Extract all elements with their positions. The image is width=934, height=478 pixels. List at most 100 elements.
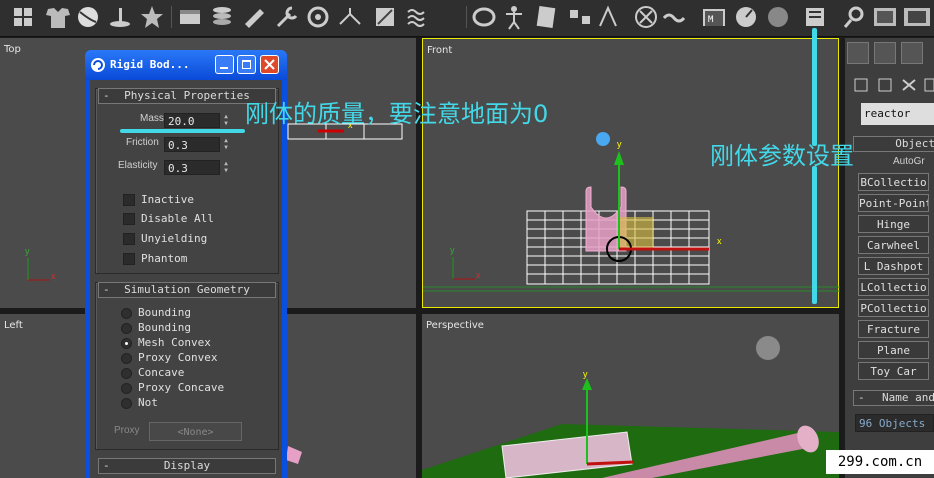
layers-icon[interactable] [213, 7, 231, 25]
rollout-minus: - [103, 459, 110, 472]
watermark: 299.com.cn [826, 450, 934, 474]
viewport-front[interactable]: Front y x y x [422, 38, 840, 308]
friction-label: Friction [126, 137, 159, 148]
elasticity-spinner[interactable]: ▲ ▼ [221, 160, 231, 175]
minimize-icon [220, 67, 228, 69]
magnify-icon[interactable] [843, 6, 864, 28]
globe-icon[interactable] [768, 7, 788, 27]
radio-label: Proxy Convex [138, 351, 218, 364]
color-icon[interactable] [376, 8, 394, 26]
inactive-checkbox[interactable] [123, 194, 135, 206]
point-point-button[interactable]: Point-Point [858, 194, 929, 212]
param-annotation: 刚体参数设置 [710, 142, 854, 170]
fracture-button[interactable]: Fracture [858, 320, 929, 338]
toy-car-button[interactable]: Toy Car [858, 362, 929, 380]
elasticity-field[interactable]: 0.3 [164, 160, 220, 175]
hinge-button[interactable]: Hinge [858, 215, 929, 233]
radio-proxy-convex[interactable] [121, 353, 132, 364]
shirt-icon[interactable] [46, 8, 70, 28]
pointer-line-lower [812, 166, 817, 304]
radio-bounding-box[interactable] [121, 308, 132, 319]
link-icon[interactable] [570, 10, 590, 24]
display-label: Display [163, 459, 211, 472]
film-icon[interactable] [904, 8, 930, 26]
close-button[interactable] [260, 55, 279, 74]
object-type-header[interactable]: Object [853, 136, 934, 152]
proxy-none-button[interactable]: <None> [149, 422, 242, 441]
meter-icon[interactable] [736, 7, 756, 27]
radio-not[interactable] [121, 398, 132, 409]
rb-collection-button[interactable]: BCollectio [858, 173, 929, 191]
linear-dashpot-button[interactable]: L Dashpot [858, 257, 929, 275]
object-name-field[interactable]: 96 Objects [855, 414, 934, 432]
elasticity-label: Elasticity [118, 160, 158, 171]
p-collection-button[interactable]: PCollectio [858, 299, 929, 317]
radio-label: Bounding [138, 321, 191, 334]
sphere-icon[interactable] [78, 7, 98, 27]
dialog-title: Rigid Bod... [110, 58, 190, 71]
create-tab[interactable] [847, 42, 869, 64]
radio-label: Concave [138, 366, 185, 379]
mass-highlight-line [120, 129, 245, 133]
mass-annotation: 刚体的质量，要注意地面为0 [245, 100, 549, 128]
friction-spinner[interactable]: ▲ ▼ [221, 137, 231, 152]
properties-icon[interactable] [806, 8, 824, 26]
minimize-button[interactable] [215, 55, 234, 74]
viewport-perspective[interactable]: Perspective y [422, 314, 839, 478]
pencil-icon[interactable] [245, 9, 264, 28]
render-icon[interactable] [874, 8, 896, 26]
arrows-icon[interactable] [599, 5, 617, 27]
unyielding-checkbox[interactable] [123, 233, 135, 245]
tilde-icon[interactable] [662, 13, 686, 23]
svg-text:M: M [708, 15, 714, 25]
radio-bounding-sphere[interactable] [121, 323, 132, 334]
torus-icon[interactable] [472, 7, 496, 27]
maximize-icon [242, 60, 251, 69]
name-color-header[interactable]: - Name and [853, 390, 934, 406]
create-icon[interactable] [14, 8, 32, 26]
top-axis-y-corner: y [25, 246, 30, 256]
lamp-icon[interactable] [110, 8, 130, 27]
box-icon[interactable] [180, 10, 200, 24]
physical-properties-label: Physical Properties [124, 89, 250, 102]
autogrid-label: AutoGr [893, 156, 925, 167]
toolbar-icons: M [14, 5, 930, 30]
carwheel-button[interactable]: Carwheel [858, 236, 929, 254]
radio-proxy-concave[interactable] [121, 383, 132, 394]
mass-spinner[interactable]: ▲ ▼ [221, 113, 231, 128]
subcategory-icons [854, 78, 934, 92]
proxy-label: Proxy [114, 425, 140, 436]
maximize-button[interactable] [237, 55, 256, 74]
display-header[interactable]: - Display [98, 458, 276, 474]
gear-icon[interactable] [307, 6, 329, 28]
star-icon[interactable] [141, 6, 163, 28]
figure-icon[interactable] [506, 6, 522, 30]
note-icon[interactable] [536, 5, 556, 29]
front-axis-x: x [717, 236, 722, 246]
wave-icon[interactable] [407, 9, 425, 27]
mass-field[interactable]: 20.0 [164, 113, 220, 128]
pointer-line [812, 28, 817, 146]
friction-field[interactable]: 0.3 [164, 137, 220, 152]
wrench-icon[interactable] [276, 6, 298, 28]
network-icon[interactable] [339, 8, 361, 25]
top-axis-x-corner: x [51, 271, 56, 281]
simulation-geometry-label: Simulation Geometry [124, 283, 250, 296]
viewport-front-scene [423, 132, 840, 292]
phantom-checkbox[interactable] [123, 253, 135, 265]
hierarchy-tab[interactable] [901, 42, 923, 64]
app-icon [91, 58, 105, 72]
disable-all-checkbox[interactable] [123, 213, 135, 225]
motor-icon[interactable]: M [703, 9, 725, 26]
radio-concave[interactable] [121, 368, 132, 379]
rollout-minus: - [103, 283, 110, 296]
dialog-titlebar[interactable]: Rigid Bod... [85, 50, 287, 80]
target-icon[interactable] [635, 6, 657, 28]
modify-tab[interactable] [874, 42, 896, 64]
l-collection-button[interactable]: LCollectio [858, 278, 929, 296]
category-dropdown[interactable]: reactor [861, 103, 934, 125]
close-icon [264, 59, 275, 70]
simulation-geometry-header[interactable]: - Simulation Geometry [98, 282, 276, 298]
radio-mesh-convex[interactable] [121, 338, 132, 349]
plane-button[interactable]: Plane [858, 341, 929, 359]
